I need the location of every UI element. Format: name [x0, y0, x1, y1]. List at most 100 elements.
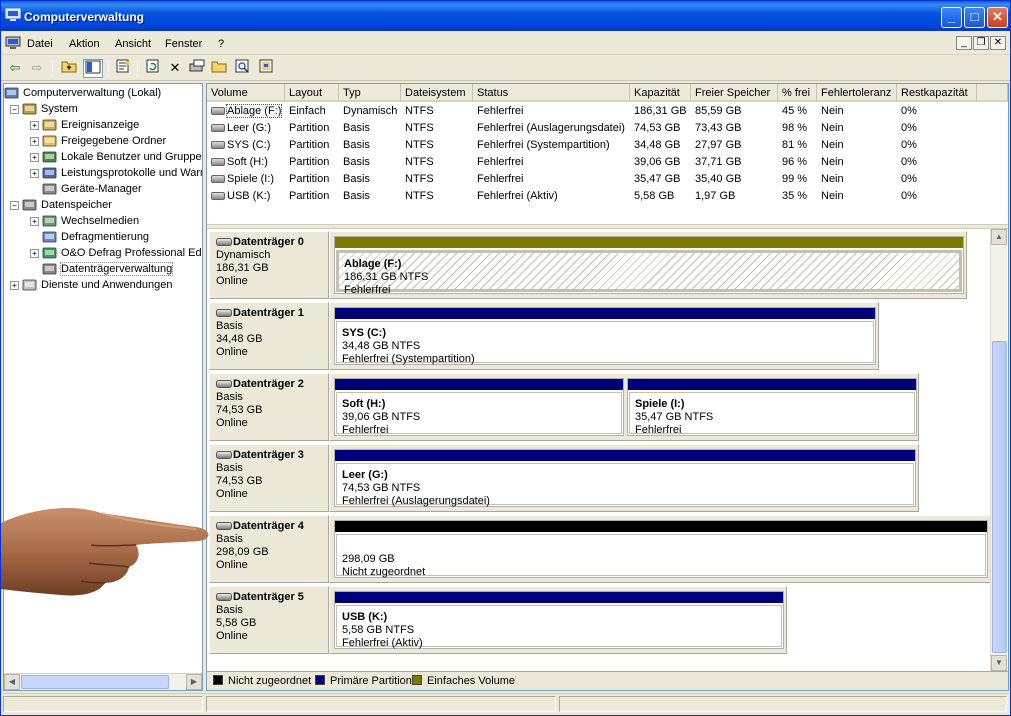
- graph-vertical-scrollbar[interactable]: ▲ ▼: [990, 229, 1007, 671]
- tree-item[interactable]: + Leistungsprotokolle und Warnungen: [30, 165, 202, 181]
- table-row[interactable]: SYS (C:) Partition Basis NTFS Fehlerfrei (Sy…: [207, 137, 1008, 154]
- properties-icon[interactable]: [113, 59, 133, 78]
- scroll-left-icon[interactable]: ◀: [4, 674, 20, 690]
- expand-icon[interactable]: +: [30, 136, 39, 146]
- mdi-close-button[interactable]: ✕: [990, 36, 1006, 50]
- expand-icon[interactable]: +: [10, 280, 19, 290]
- pointing-hand-image: [1, 508, 209, 596]
- partition-block[interactable]: Soft (H:) 39,06 GB NTFS Fehlerfrei: [334, 378, 624, 436]
- table-cell: Einfach: [289, 105, 326, 117]
- back-arrow-icon[interactable]: ⇦: [5, 59, 25, 78]
- disk-properties-icon[interactable]: [187, 59, 207, 78]
- column-header[interactable]: Dateisystem: [401, 84, 473, 102]
- disk-management-icon: [42, 262, 58, 276]
- scrollbar-thumb[interactable]: [21, 675, 169, 689]
- scroll-down-icon[interactable]: ▼: [991, 655, 1007, 671]
- tree-item[interactable]: + O&O Defrag Professional Edition: [30, 245, 202, 261]
- disk-label[interactable]: Datenträger 0 Dynamisch 186,31 GB Online: [209, 231, 329, 299]
- partition-status: Fehlerfrei: [635, 424, 682, 436]
- open-folder-icon[interactable]: [209, 59, 229, 78]
- column-header[interactable]: Volume: [207, 84, 285, 102]
- mmc-icon[interactable]: [5, 36, 21, 50]
- column-header[interactable]: Typ: [339, 84, 401, 102]
- partition-status: Fehlerfrei (Auslagerungsdatei): [342, 495, 490, 507]
- column-header[interactable]: Freier Speicher: [691, 84, 778, 102]
- expand-icon[interactable]: +: [30, 152, 39, 162]
- disk-name: Datenträger 0: [233, 236, 304, 248]
- partition-block[interactable]: USB (K:) 5,58 GB NTFS Fehlerfrei (Aktiv): [334, 591, 784, 649]
- tree-item[interactable]: + Wechselmedien: [30, 213, 139, 229]
- partition-block[interactable]: 298,09 GB Nicht zugeordnet: [334, 520, 988, 578]
- disk-label[interactable]: Datenträger 2 Basis 74,53 GB Online: [209, 373, 329, 441]
- disk-label[interactable]: Datenträger 5 Basis 5,58 GB Online: [209, 586, 329, 654]
- help-icon[interactable]: [257, 59, 277, 78]
- disk-label[interactable]: Datenträger 3 Basis 74,53 GB Online: [209, 444, 329, 512]
- tree-item[interactable]: + Ereignisanzeige: [30, 117, 139, 133]
- tree-item[interactable]: Geräte-Manager: [30, 181, 142, 197]
- column-header[interactable]: Restkapazität: [897, 84, 977, 102]
- tree-horizontal-scrollbar[interactable]: ◀ ▶: [4, 673, 202, 690]
- disk-label[interactable]: Datenträger 1 Basis 34,48 GB Online: [209, 302, 329, 370]
- mdi-restore-button[interactable]: ❐: [973, 36, 989, 50]
- folder-up-icon[interactable]: [59, 59, 79, 78]
- disk-type: Basis: [216, 320, 243, 332]
- table-row[interactable]: Spiele (I:) Partition Basis NTFS Fehlerfrei 3…: [207, 171, 1008, 188]
- tree-item[interactable]: Defragmentierung: [30, 229, 149, 245]
- collapse-icon[interactable]: −: [10, 200, 19, 210]
- maximize-button[interactable]: □: [964, 7, 985, 28]
- partition-block[interactable]: Leer (G:) 74,53 GB NTFS Fehlerfrei (Auslag…: [334, 449, 916, 507]
- refresh-icon[interactable]: [143, 59, 163, 78]
- tree-item[interactable]: Computerverwaltung (Lokal): [4, 85, 161, 101]
- partition-block[interactable]: Spiele (I:) 35,47 GB NTFS Fehlerfrei: [627, 378, 917, 436]
- delete-icon[interactable]: ✕: [165, 59, 185, 78]
- users-icon: [42, 150, 58, 164]
- minimize-button[interactable]: _: [941, 7, 962, 28]
- menu-ansicht[interactable]: Ansicht: [115, 38, 151, 50]
- tree-item[interactable]: − Datenspeicher: [10, 197, 112, 213]
- search-icon[interactable]: [233, 59, 253, 78]
- column-header[interactable]: Kapazität: [630, 84, 691, 102]
- column-header[interactable]: Layout: [285, 84, 339, 102]
- partition-block[interactable]: SYS (C:) 34,48 GB NTFS Fehlerfrei (Systemp…: [334, 307, 876, 365]
- expand-icon[interactable]: +: [30, 248, 39, 258]
- title-bar[interactable]: Computerverwaltung _ □ ✕: [1, 1, 1010, 31]
- forward-arrow-icon[interactable]: ⇨: [27, 59, 47, 78]
- scrollbar-thumb[interactable]: [992, 341, 1007, 653]
- menu-aktion[interactable]: Aktion: [69, 38, 100, 50]
- partition-block[interactable]: Ablage (F:) 186,31 GB NTFS Fehlerfrei: [334, 236, 964, 296]
- scroll-up-icon[interactable]: ▲: [991, 229, 1007, 245]
- tree-item[interactable]: + Freigegebene Ordner: [30, 133, 166, 149]
- column-header[interactable]: Fehlertoleranz: [817, 84, 897, 102]
- expand-icon[interactable]: +: [30, 168, 39, 178]
- show-hide-tree-icon[interactable]: [83, 59, 103, 78]
- collapse-icon[interactable]: −: [10, 104, 19, 114]
- mdi-minimize-button[interactable]: _: [956, 36, 972, 50]
- column-header[interactable]: % frei: [778, 84, 817, 102]
- table-row[interactable]: Leer (G:) Partition Basis NTFS Fehlerfrei (A…: [207, 120, 1008, 137]
- table-cell: Partition: [289, 156, 330, 168]
- table-cell: 99 %: [782, 173, 808, 185]
- table-cell: Leer (G:): [207, 120, 285, 137]
- menu-datei[interactable]: Datei: [27, 38, 53, 50]
- disk-label[interactable]: Datenträger 4 Basis 298,09 GB Online: [209, 515, 329, 583]
- tree-item[interactable]: Datenträgerverwaltung: [30, 261, 174, 277]
- close-button[interactable]: ✕: [987, 7, 1008, 28]
- scroll-right-icon[interactable]: ▶: [186, 674, 202, 690]
- tree-item[interactable]: + Lokale Benutzer und Gruppen: [30, 149, 202, 165]
- device-manager-icon: [42, 182, 58, 196]
- tree-item[interactable]: + Dienste und Anwendungen: [10, 277, 173, 293]
- table-row[interactable]: Soft (H:) Partition Basis NTFS Fehlerfrei 39,…: [207, 154, 1008, 171]
- console-tree: Computerverwaltung (Lokal) − System + Ereign…: [3, 83, 203, 691]
- table-cell: Basis: [343, 122, 370, 134]
- table-row[interactable]: Ablage (F:) Einfach Dynamisch NTFS Fehlerfre…: [207, 103, 1008, 120]
- table-row[interactable]: USB (K:) Partition Basis NTFS Fehlerfrei (Ak…: [207, 188, 1008, 205]
- tree-item-label: Computerverwaltung (Lokal): [23, 87, 162, 99]
- computer-management-icon: [5, 8, 21, 21]
- expand-icon[interactable]: +: [30, 216, 39, 226]
- expand-icon[interactable]: +: [30, 120, 39, 130]
- toolbar: ⇦ ⇨ ✕: [1, 56, 1010, 81]
- menu-fenster[interactable]: Fenster: [165, 38, 202, 50]
- column-header[interactable]: Status: [473, 84, 630, 102]
- tree-item[interactable]: − System: [10, 101, 78, 117]
- menu-help[interactable]: ?: [218, 38, 224, 50]
